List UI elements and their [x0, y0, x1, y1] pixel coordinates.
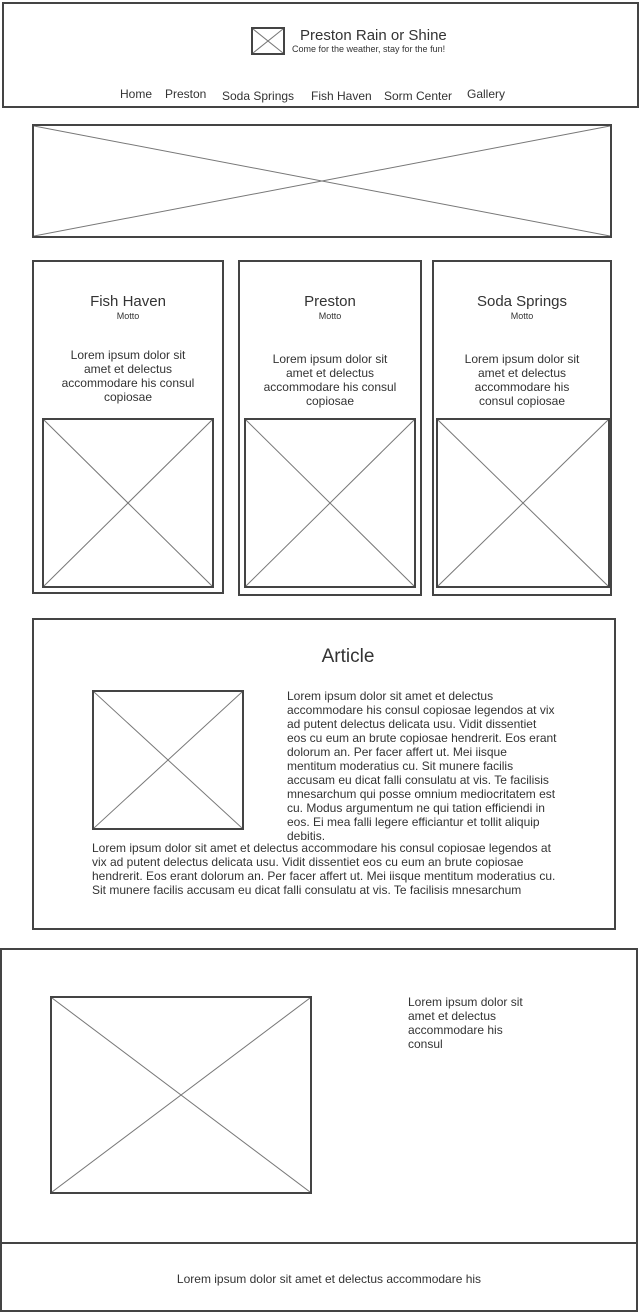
town-card-soda-springs: Soda Springs Motto Lorem ipsum dolor sit… [432, 260, 612, 596]
card-motto: Motto [318, 311, 342, 321]
article-section: Article Lorem ipsum dolor sit amet et de… [32, 618, 616, 930]
card-motto: Motto [510, 311, 534, 321]
nav-item-gallery[interactable]: Gallery [467, 87, 505, 101]
hero-image [32, 124, 612, 238]
card-image [436, 418, 610, 588]
card-title: Soda Springs [476, 293, 568, 310]
promo-section: Lorem ipsum dolor sit amet et delectus a… [0, 948, 638, 1244]
article-image [92, 690, 244, 830]
nav-item-home[interactable]: Home [120, 87, 152, 101]
card-text: Lorem ipsum dolor sit amet et delectus a… [263, 352, 397, 408]
nav-item-soda-springs[interactable]: Soda Springs [222, 89, 294, 103]
town-card-fish-haven: Fish Haven Motto Lorem ipsum dolor sit a… [32, 260, 224, 594]
site-footer: Lorem ipsum dolor sit amet et delectus a… [0, 1242, 638, 1312]
card-motto: Motto [116, 311, 140, 321]
footer-text: Lorem ipsum dolor sit amet et delectus a… [176, 1272, 482, 1286]
card-title: Preston [304, 293, 356, 310]
card-title: Fish Haven [90, 293, 166, 310]
card-image [244, 418, 416, 588]
image-placeholder-icon[interactable] [251, 27, 285, 55]
nav-item-storm-center[interactable]: Sorm Center [384, 89, 452, 103]
article-title: Article [321, 646, 375, 667]
town-card-preston: Preston Motto Lorem ipsum dolor sit amet… [238, 260, 422, 596]
promo-image [50, 996, 312, 1194]
card-text: Lorem ipsum dolor sit amet et delectus a… [61, 348, 195, 404]
nav-item-preston[interactable]: Preston [165, 87, 206, 101]
card-image [42, 418, 214, 588]
site-tagline: Come for the weather, stay for the fun! [292, 44, 446, 54]
site-title: Preston Rain or Shine [300, 27, 447, 44]
promo-text: Lorem ipsum dolor sit amet et delectus a… [408, 995, 523, 1051]
article-bottom-text: Lorem ipsum dolor sit amet et delectus a… [92, 841, 556, 897]
card-text: Lorem ipsum dolor sit amet et delectus a… [464, 352, 580, 408]
nav-item-fish-haven[interactable]: Fish Haven [311, 89, 372, 103]
article-side-text: Lorem ipsum dolor sit amet et delectus a… [287, 689, 557, 843]
site-header: Preston Rain or Shine Come for the weath… [2, 2, 639, 108]
